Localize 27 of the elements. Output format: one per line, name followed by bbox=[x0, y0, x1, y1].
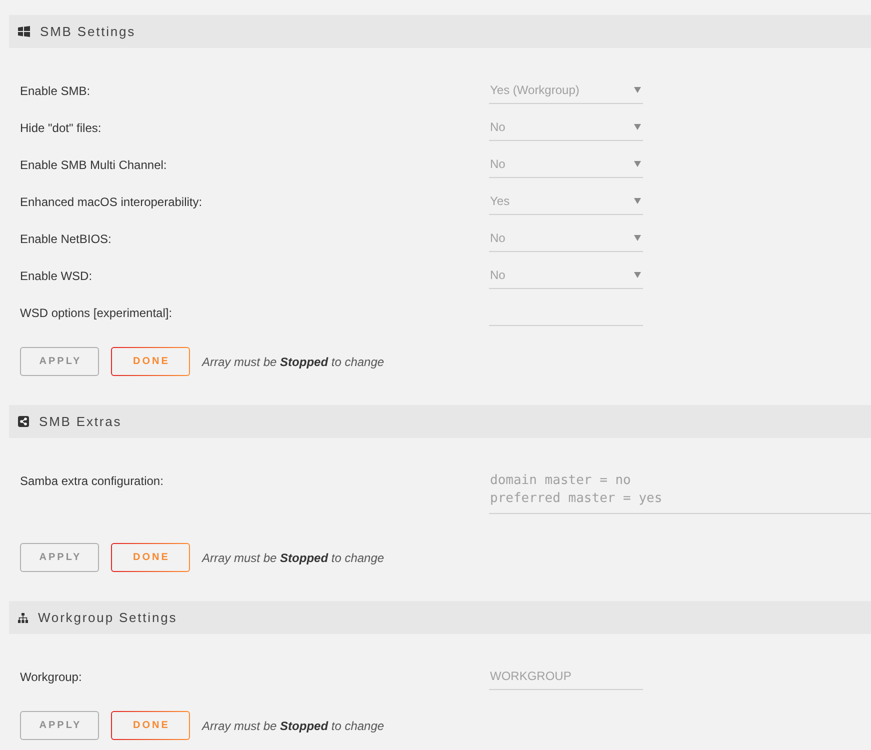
field-label: Enable WSD: bbox=[20, 268, 94, 282]
caret-icon bbox=[634, 198, 641, 204]
field-label: WSD options [experimental]: bbox=[20, 306, 174, 320]
action-button[interactable]: DONE bbox=[111, 543, 190, 572]
tiles-icon bbox=[18, 26, 30, 37]
action-button[interactable]: DONE bbox=[111, 711, 190, 740]
field-label: Enable SMB Multi Channel: bbox=[20, 158, 168, 172]
caret-icon bbox=[634, 235, 641, 241]
caret-icon bbox=[634, 87, 641, 93]
field-label: Samba extra configuration: bbox=[20, 473, 164, 490]
hierarchy-icon bbox=[18, 612, 28, 622]
share-icon bbox=[18, 416, 29, 427]
caret-icon bbox=[634, 124, 641, 130]
field-label: Enable NetBIOS: bbox=[20, 232, 112, 246]
caret-icon bbox=[634, 272, 641, 278]
field-label: Workgroup: bbox=[20, 670, 83, 684]
field-label: Hide "dot" files: bbox=[20, 120, 102, 134]
section-title: Workgroup Settings bbox=[38, 610, 178, 625]
action-button[interactable]: DONE bbox=[111, 347, 190, 376]
section-title: SMB Settings bbox=[40, 24, 136, 39]
field-label: Enhanced macOS interoperability: bbox=[20, 194, 204, 208]
status-note: Array must be Stopped to change bbox=[202, 354, 384, 368]
section-title: SMB Extras bbox=[39, 414, 122, 429]
field-label: Enable SMB: bbox=[20, 84, 92, 98]
status-note: Array must be Stopped to change bbox=[202, 718, 384, 732]
status-note: Array must be Stopped to change bbox=[202, 550, 384, 564]
caret-icon bbox=[634, 161, 641, 167]
